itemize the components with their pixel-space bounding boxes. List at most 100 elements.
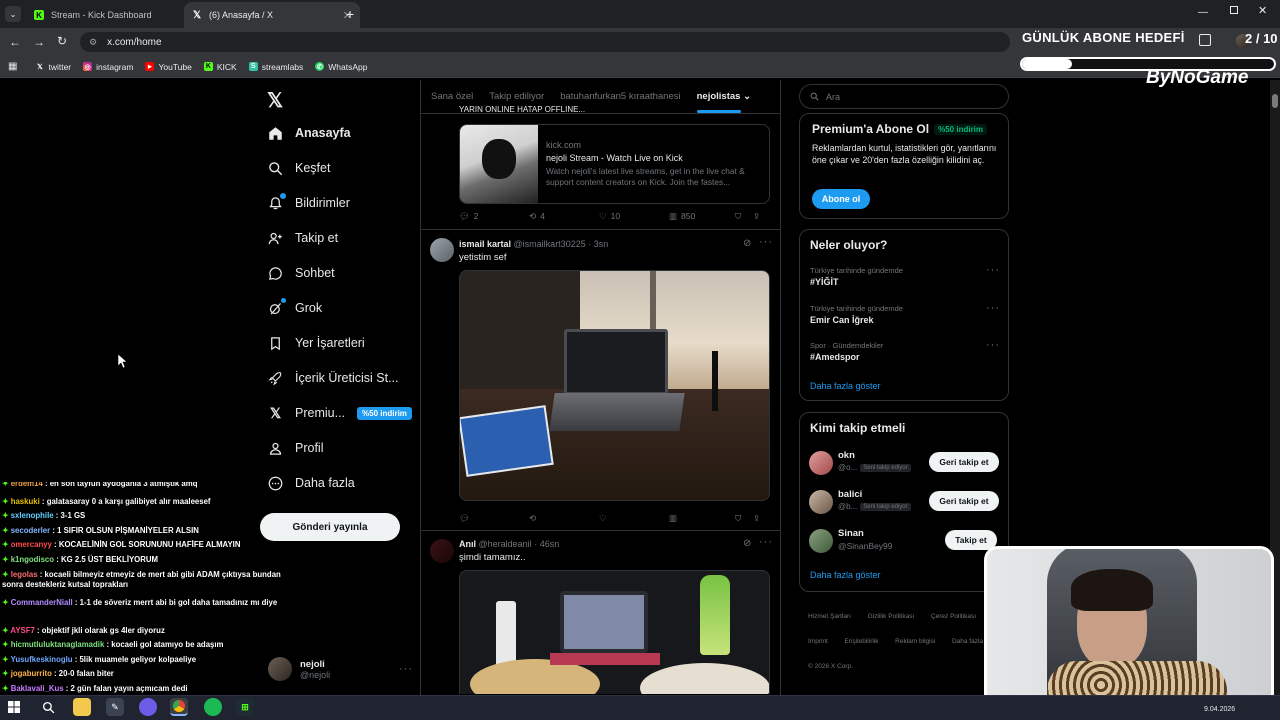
chat-username[interactable]: erdem14 [11,482,43,488]
grok-post-icon[interactable]: ⊘ [743,238,751,249]
back-icon[interactable]: ← [9,35,21,49]
chat-username[interactable]: hicmutluluktanaglamadik [11,640,105,649]
nav-premium[interactable]: 𝕏 Premiu... %50 indirim [268,400,412,426]
footer-link[interactable]: Reklam bilgisi [895,638,935,645]
x-logo[interactable]: 𝕏 [267,88,283,113]
post-more-icon[interactable]: ··· [759,536,773,548]
bookmark-instagram[interactable]: ◎ instagram [83,62,133,72]
chat-username[interactable]: Yusufkeskinoglu [11,655,73,664]
browser-tab-x[interactable]: 𝕏 (6) Anasayfa / X ✕ [184,2,360,28]
close-window-icon[interactable]: ✕ [1258,4,1267,17]
share-icon[interactable]: ⇪ [753,211,760,222]
post-author-name[interactable]: Anıl [459,539,476,549]
scrollbar-thumb[interactable] [1272,94,1278,108]
nav-chat[interactable]: Sohbet [268,260,335,286]
tab-search-button[interactable]: ⌄ [5,6,21,22]
tab-list-kiraathanesi[interactable]: batuhanfurkan5 kıraathanesi [560,91,680,102]
extensions-icon[interactable] [1199,34,1211,46]
address-bar[interactable]: ⚙ x.com/home [80,32,1010,52]
discord-icon[interactable] [139,698,157,716]
tab-following[interactable]: Takip ediliyor [489,91,544,102]
new-tab-button[interactable]: + [346,6,354,22]
bookmark-whatsapp[interactable]: ✆ WhatsApp [315,62,368,72]
subscribe-button[interactable]: Abone ol [812,189,870,209]
nav-notifications[interactable]: Bildirimler [268,190,350,216]
footer-link[interactable]: Erişilebilirlik [845,638,879,645]
chat-username[interactable]: AYSF7 [10,626,34,635]
search-input[interactable]: Ara [799,84,1009,109]
chat-username[interactable]: sxlenophile [11,511,54,520]
footer-link[interactable]: Hizmet Şartları [808,613,851,620]
bookmark-youtube[interactable]: ▶ YouTube [145,62,192,72]
follow-button[interactable]: Takip et [945,530,997,550]
trend-item[interactable]: Türkiye tarihinde gündemde #YİĞİT ··· [810,264,1000,287]
show-more-link[interactable]: Daha fazla göster [810,381,881,391]
post-author-handle[interactable]: @ismailkart30225 [514,239,586,249]
nav-home[interactable]: Anasayfa [268,120,351,146]
reload-icon[interactable]: ↻ [57,34,67,48]
views-button[interactable]: ▥ [669,513,735,524]
post-author-handle[interactable]: @heraldeanil [479,539,532,549]
bookmark-twitter[interactable]: 𝕏twitter [35,62,71,72]
spotify-icon[interactable] [204,698,222,716]
show-more-link[interactable]: Daha fazla göster [810,570,881,580]
suggested-user[interactable]: Sinan @SinanBey99 Takip et [809,528,1001,554]
restore-icon[interactable] [1230,6,1238,14]
tab-list-nejolistas[interactable]: nejolistas ⌄ [696,91,751,113]
grok-post-icon[interactable]: ⊘ [743,538,751,549]
chat-username[interactable]: Baklavali_Kus [11,684,64,693]
chrome-icon[interactable] [170,698,188,716]
apps-grid-icon[interactable]: ▦ [8,61,17,72]
trend-more-icon[interactable]: ··· [986,339,1000,351]
site-info-icon[interactable]: ⚙ [89,37,97,48]
taskbar-search-icon[interactable] [39,698,57,716]
chat-username[interactable]: CommanderNiall [11,598,73,607]
repost-button[interactable]: ⟲ 4 [529,211,599,222]
views-button[interactable]: ▥ 850 [669,211,735,222]
suggested-user[interactable]: okn @o... Seni takip ediyor Geri takip e… [809,450,1001,476]
post-image-laptop[interactable] [459,270,770,501]
follow-back-button[interactable]: Geri takip et [929,491,999,511]
trend-more-icon[interactable]: ··· [986,264,1000,276]
trend-item[interactable]: Türkiye tarihinde gündemde Emir Can İğre… [810,302,1000,325]
footer-link[interactable]: Gizlilik Politikası [868,613,915,620]
nav-follow[interactable]: Takip et [268,225,338,251]
trend-more-icon[interactable]: ··· [986,302,1000,314]
trend-item[interactable]: Spor · Gündemdekiler #Amedspor ··· [810,339,1000,362]
post-more-icon[interactable]: ··· [759,236,773,248]
post-time[interactable]: 3sn [594,239,609,249]
post-time[interactable]: 46sn [540,539,560,549]
bookmark-post-icon[interactable]: ⛉ [735,513,753,524]
chat-username[interactable]: k1ngodisco [11,555,54,564]
avatar[interactable] [430,238,454,262]
windows-start-icon[interactable] [5,698,23,716]
nav-bookmarks[interactable]: Yer İşaretleri [268,330,365,356]
streaming-app-icon[interactable]: ⊞ [236,698,254,716]
nav-explore[interactable]: Keşfet [268,155,330,181]
footer-link[interactable]: Imprint [808,638,828,645]
nav-grok[interactable]: Grok [268,295,322,321]
chat-username[interactable]: omercanyy [11,540,52,549]
avatar[interactable] [430,539,454,563]
nav-profile[interactable]: Profil [268,435,323,461]
like-button[interactable]: ♡ 10 [599,211,669,222]
bookmark-post-icon[interactable]: ⛉ [735,211,753,222]
chat-username[interactable]: jogaburrito [11,669,52,678]
nav-creator-studio[interactable]: İçerik Üreticisi St... [268,365,399,391]
post-author-name[interactable]: ismail kartal [459,239,511,249]
minimize-icon[interactable]: — [1198,7,1208,18]
suggested-user[interactable]: balici @b... Seni takip ediyor Geri taki… [809,489,1001,515]
follow-back-button[interactable]: Geri takip et [929,452,999,472]
share-icon[interactable]: ⇪ [753,513,760,524]
chat-username[interactable]: secoderler [11,526,50,535]
tab-for-you[interactable]: Sana özel [431,91,473,102]
chat-username[interactable]: legolas [11,570,38,579]
reply-button[interactable]: 💬︎ [459,513,529,524]
file-explorer-icon[interactable] [73,698,91,716]
forward-icon[interactable]: → [33,35,45,49]
link-preview-card[interactable]: kick.com nejoli Stream - Watch Live on K… [459,124,770,204]
bookmark-kick[interactable]: K KICK [203,62,237,72]
app-icon[interactable]: ✎ [106,698,124,716]
bookmark-streamlabs[interactable]: Sstreamlabs [248,62,303,72]
more-dots-icon[interactable]: ··· [399,663,413,675]
